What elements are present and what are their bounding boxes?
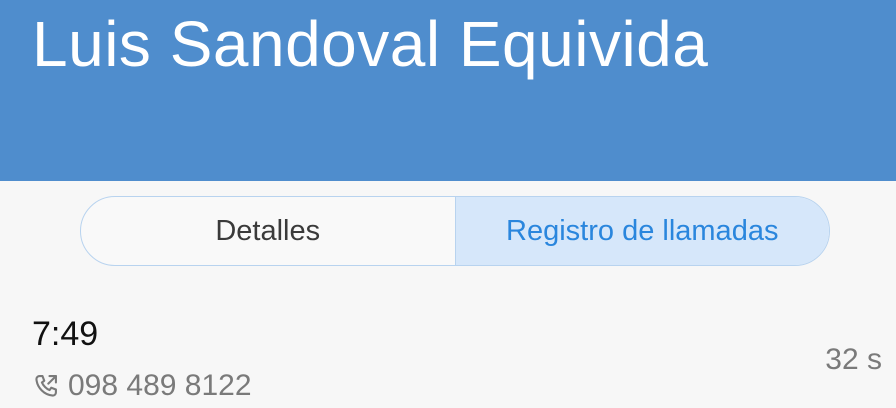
tab-details[interactable]: Detalles [81, 197, 456, 265]
call-number: 098 489 8122 [68, 369, 252, 402]
call-time: 7:49 [32, 315, 99, 353]
outgoing-call-icon [32, 372, 60, 400]
tab-bar: Detalles Registro de llamadas [80, 196, 830, 266]
call-log-item[interactable]: 7:49 098 489 8122 32 s [0, 300, 896, 408]
call-duration: 32 s [825, 343, 882, 376]
contact-header: Luis Sandoval Equivida [0, 0, 896, 181]
contact-name: Luis Sandoval Equivida [32, 8, 709, 80]
tab-call-log[interactable]: Registro de llamadas [455, 197, 829, 265]
call-number-row: 098 489 8122 [32, 366, 252, 406]
